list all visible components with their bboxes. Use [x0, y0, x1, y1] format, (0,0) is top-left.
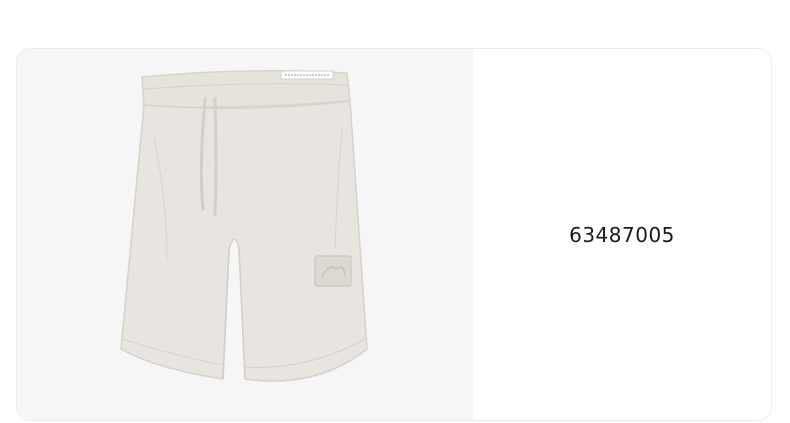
product-code: 63487005 [569, 222, 675, 247]
logo-patch [314, 255, 352, 287]
product-info: 63487005 [473, 49, 771, 420]
product-card[interactable]: 63487005 [16, 48, 772, 421]
product-image[interactable] [17, 49, 473, 420]
shorts-illustration [120, 70, 368, 382]
